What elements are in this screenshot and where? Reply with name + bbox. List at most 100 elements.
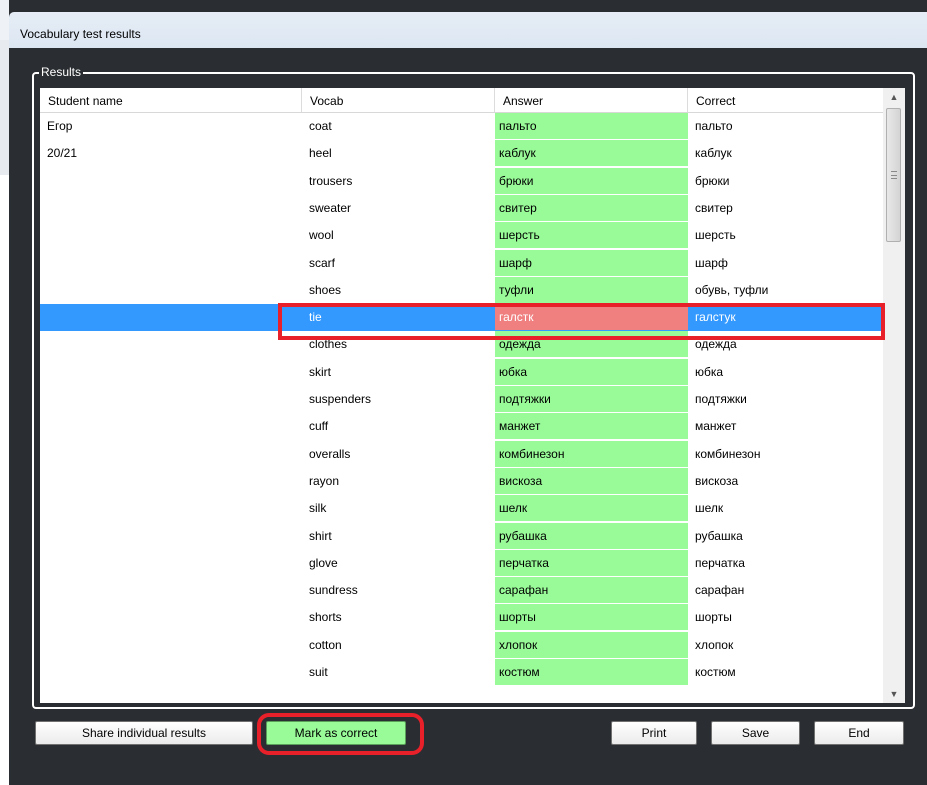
scrollbar-thumb[interactable]: [886, 108, 901, 242]
correct-cell: подтяжки: [695, 392, 747, 406]
answer-cell: пальто: [495, 113, 688, 139]
background-window-strip: [0, 0, 9, 785]
student-name-cell: [40, 168, 302, 194]
vocab-cell: cuff: [309, 419, 329, 434]
student-name-cell: [40, 195, 302, 221]
table-row[interactable]: glove перчатка перчатка: [40, 549, 883, 577]
student-name-cell: [40, 222, 302, 248]
vocab-cell: shoes: [309, 282, 342, 297]
correct-cell: сарафан: [695, 583, 745, 598]
table-row[interactable]: shorts шорты шорты: [40, 604, 883, 631]
answer-cell: рубашка: [495, 522, 688, 549]
table-row[interactable]: skirt юбка юбка: [40, 358, 883, 386]
student-name-cell: Егор: [47, 119, 73, 133]
student-name-cell: 20/21: [47, 146, 78, 161]
vocab-cell: glove: [309, 555, 338, 570]
answer-cell: хлопок: [495, 631, 688, 658]
table-row[interactable]: rayon вискоза вискоза: [40, 467, 883, 495]
answer-cell: вискоза: [495, 467, 688, 494]
table-row[interactable]: cotton хлопок хлопок: [40, 631, 883, 659]
annotation-highlight-button: [257, 713, 424, 755]
print-button[interactable]: Print: [611, 721, 697, 745]
student-name-cell: [40, 495, 302, 521]
student-name-cell: [40, 659, 302, 685]
table-row[interactable]: Егор coat пальто пальто: [40, 113, 883, 140]
answer-cell: шарф: [495, 249, 688, 276]
answer-cell: туфли: [495, 276, 688, 303]
vocab-cell: shorts: [309, 610, 342, 625]
column-header-student-name[interactable]: Student name: [40, 88, 302, 112]
student-name-cell: [40, 331, 302, 357]
table-row[interactable]: shoes туфли обувь, туфли: [40, 276, 883, 304]
student-name-cell: [40, 277, 302, 303]
table-row[interactable]: suspenders подтяжки подтяжки: [40, 386, 883, 413]
student-name-cell: [40, 550, 302, 576]
answer-cell: перчатка: [495, 549, 688, 576]
correct-cell: каблук: [695, 146, 732, 161]
table-row[interactable]: scarf шарф шарф: [40, 249, 883, 277]
answer-cell: сарафан: [495, 577, 688, 604]
table-row[interactable]: trousers брюки брюки: [40, 167, 883, 195]
table-row[interactable]: sundress сарафан сарафан: [40, 577, 883, 604]
column-header-correct[interactable]: Correct: [688, 88, 883, 112]
table-row[interactable]: cuff манжет манжет: [40, 413, 883, 440]
window-title: Vocabulary test results: [9, 12, 927, 48]
table-row[interactable]: silk шелк шелк: [40, 495, 883, 522]
vocab-cell: rayon: [309, 473, 340, 488]
save-button[interactable]: Save: [711, 721, 800, 745]
vocab-cell: overalls: [309, 446, 351, 461]
correct-cell: шелк: [695, 501, 724, 516]
student-name-cell: [40, 250, 302, 276]
triangle-up-icon[interactable]: ▲: [883, 88, 905, 106]
vocab-cell: scarf: [309, 255, 336, 270]
student-name-cell: [40, 604, 302, 630]
column-header-vocab[interactable]: Vocab: [302, 88, 495, 112]
table-row[interactable]: shirt рубашка рубашка: [40, 522, 883, 550]
vocab-cell: coat: [309, 119, 332, 133]
answer-cell: юбка: [495, 358, 688, 385]
table-row[interactable]: suit костюм костюм: [40, 659, 883, 686]
correct-cell: брюки: [695, 173, 730, 188]
table-row[interactable]: 20/21 heel каблук каблук: [40, 140, 883, 167]
vocab-cell: sweater: [309, 200, 352, 215]
results-list[interactable]: Student name Vocab Answer Correct Егор co…: [40, 88, 905, 703]
column-header-answer[interactable]: Answer: [495, 88, 688, 112]
student-name-cell: [40, 441, 302, 467]
table-row[interactable]: overalls комбинезон комбинезон: [40, 440, 883, 468]
answer-cell: шерсть: [495, 222, 688, 249]
table-row[interactable]: sweater свитер свитер: [40, 194, 883, 222]
correct-cell: свитер: [695, 200, 733, 215]
student-name-cell: [40, 468, 302, 494]
answer-cell: каблук: [495, 140, 688, 167]
vocab-cell: cotton: [309, 637, 342, 652]
grip-icon: [891, 171, 897, 179]
correct-cell: комбинезон: [695, 446, 761, 461]
answer-cell: манжет: [495, 413, 688, 440]
correct-cell: манжет: [695, 419, 737, 434]
correct-cell: обувь, туфли: [695, 282, 769, 297]
student-name-cell: [40, 577, 302, 603]
vocab-cell: wool: [309, 228, 334, 243]
window-title-text: Vocabulary test results: [20, 27, 141, 41]
answer-cell: шелк: [495, 495, 688, 522]
table-row[interactable]: wool шерсть шерсть: [40, 222, 883, 249]
correct-cell: рубашка: [695, 528, 743, 543]
student-name-cell: [40, 413, 302, 439]
correct-cell: пальто: [695, 119, 733, 133]
correct-cell: костюм: [695, 665, 736, 679]
vertical-scrollbar[interactable]: ▲ ▼: [883, 88, 905, 703]
student-name-cell: [40, 359, 302, 385]
annotation-highlight-row: [278, 303, 885, 340]
correct-cell: вискоза: [695, 473, 739, 488]
answer-cell: костюм: [495, 659, 688, 685]
vocab-cell: silk: [309, 501, 327, 516]
share-individual-results-button[interactable]: Share individual results: [35, 721, 253, 745]
correct-cell: шорты: [695, 610, 732, 625]
correct-cell: хлопок: [695, 637, 734, 652]
answer-cell: брюки: [495, 167, 688, 194]
column-header-row: Student name Vocab Answer Correct: [40, 88, 883, 113]
triangle-down-icon[interactable]: ▼: [883, 685, 905, 703]
correct-cell: шерсть: [695, 228, 736, 243]
results-group-label: Results: [39, 65, 84, 79]
end-button[interactable]: End: [814, 721, 904, 745]
